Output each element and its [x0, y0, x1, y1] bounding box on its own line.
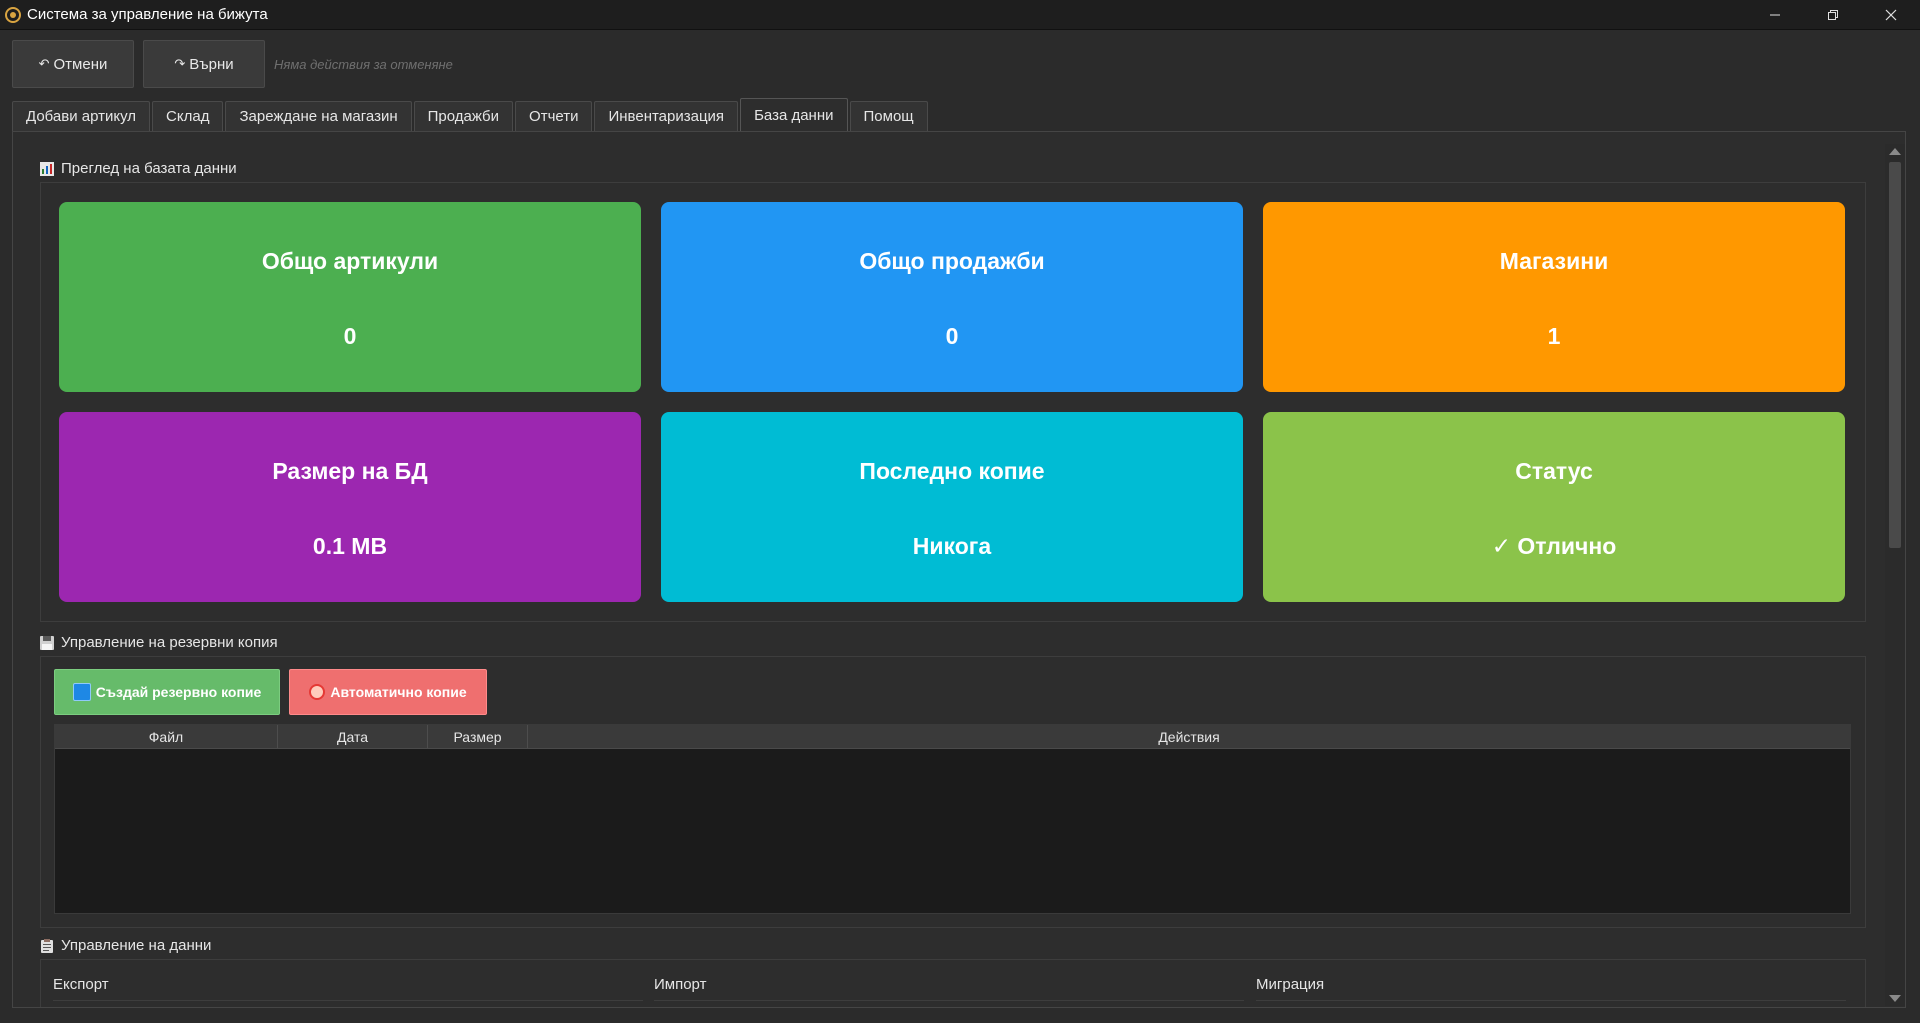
main-tabs: Добави артикул Склад Зареждане на магази…	[12, 98, 930, 131]
card-title: Статус	[1515, 458, 1593, 484]
export-group-border	[53, 1000, 643, 1001]
card-title: Последно копие	[859, 458, 1045, 484]
tab-sales[interactable]: Продажби	[413, 101, 514, 131]
redo-icon: ↷	[174, 56, 186, 72]
redo-label: Върни	[189, 55, 234, 73]
vertical-scrollbar[interactable]	[1885, 144, 1905, 1006]
tab-store-loading[interactable]: Зареждане на магазин	[225, 101, 412, 131]
card-value: 0	[343, 323, 357, 349]
import-group-border	[654, 1000, 1244, 1001]
card-title: Общо продажби	[859, 248, 1045, 274]
backup-section-title: Управление на резервни копия	[40, 634, 278, 651]
export-label: Експорт	[53, 976, 109, 993]
card-last-backup: Последно копие Никога	[661, 412, 1243, 602]
alarm-clock-icon	[309, 684, 326, 700]
database-panel: Преглед на базата данни Общо артикули 0 …	[12, 131, 1906, 1008]
card-title: Общо артикули	[261, 248, 439, 274]
clipboard-icon	[41, 938, 53, 953]
restore-icon	[1828, 9, 1838, 20]
close-icon	[1885, 9, 1897, 20]
card-value: 0.1 MB	[312, 533, 388, 559]
close-button[interactable]	[1862, 0, 1920, 29]
overview-section-title: Преглед на базата данни	[40, 160, 237, 177]
window-title: Система за управление на бижута	[27, 6, 268, 23]
card-title: Магазини	[1499, 248, 1609, 274]
column-header-actions[interactable]: Действия	[528, 725, 1850, 748]
column-header-size[interactable]: Размер	[428, 725, 528, 748]
tab-warehouse[interactable]: Склад	[152, 101, 224, 131]
backup-table-header: Файл Дата Размер Действия	[55, 725, 1850, 749]
scrollbar-thumb[interactable]	[1889, 162, 1901, 548]
card-title: Размер на БД	[272, 458, 428, 484]
card-status: Статус ✓ Отлично	[1263, 412, 1845, 602]
card-stores: Магазини 1	[1263, 202, 1845, 392]
floppy-disk-icon	[40, 635, 54, 650]
tab-add-item[interactable]: Добави артикул	[12, 101, 151, 131]
card-value: 1	[1547, 323, 1561, 349]
scroll-up-arrow-icon[interactable]	[1889, 148, 1901, 155]
tab-database[interactable]: База данни	[740, 98, 848, 131]
undo-toolbar: ↶ Отмени ↷ Върни Няма действия за отменя…	[12, 40, 453, 88]
minimize-button[interactable]	[1746, 0, 1804, 29]
undo-icon: ↶	[38, 56, 50, 72]
auto-backup-button[interactable]: Автоматично копие	[289, 669, 487, 715]
card-total-items: Общо артикули 0	[59, 202, 641, 392]
title-bar: Система за управление на бижута	[0, 0, 1920, 30]
migration-group-border	[1256, 1000, 1846, 1001]
redo-button[interactable]: ↷ Върни	[143, 40, 265, 88]
overview-title: Преглед на базата данни	[61, 160, 237, 177]
refresh-icon	[72, 683, 91, 701]
card-value: ✓ Отлично	[1491, 533, 1617, 559]
bar-chart-icon	[40, 161, 54, 176]
undo-label: Отмени	[53, 55, 108, 73]
card-value: Никога	[912, 533, 992, 559]
import-label: Импорт	[654, 976, 707, 993]
app-logo-icon	[5, 6, 21, 23]
window-controls	[1746, 0, 1920, 29]
auto-backup-label: Автоматично копие	[330, 684, 467, 700]
tab-reports[interactable]: Отчети	[515, 101, 593, 131]
backup-table[interactable]: Файл Дата Размер Действия	[54, 724, 1851, 914]
data-mgmt-section-title: Управление на данни	[40, 937, 211, 954]
card-total-sales: Общо продажби 0	[661, 202, 1243, 392]
scroll-down-arrow-icon[interactable]	[1889, 995, 1901, 1002]
undo-hint-text: Няма действия за отменяне	[274, 56, 453, 72]
create-backup-label: Създай резервно копие	[95, 684, 262, 700]
migration-label: Миграция	[1256, 976, 1325, 993]
create-backup-button[interactable]: Създай резервно копие	[54, 669, 280, 715]
backup-title: Управление на резервни копия	[61, 634, 278, 651]
column-header-date[interactable]: Дата	[278, 725, 428, 748]
card-db-size: Размер на БД 0.1 MB	[59, 412, 641, 602]
minimize-icon	[1770, 14, 1780, 15]
column-header-file[interactable]: Файл	[55, 725, 278, 748]
tab-inventory[interactable]: Инвентаризация	[594, 101, 739, 131]
restore-button[interactable]	[1804, 0, 1862, 29]
card-value: 0	[945, 323, 959, 349]
undo-button[interactable]: ↶ Отмени	[12, 40, 134, 88]
data-mgmt-title: Управление на данни	[61, 937, 212, 954]
tab-help[interactable]: Помощ	[849, 101, 928, 131]
